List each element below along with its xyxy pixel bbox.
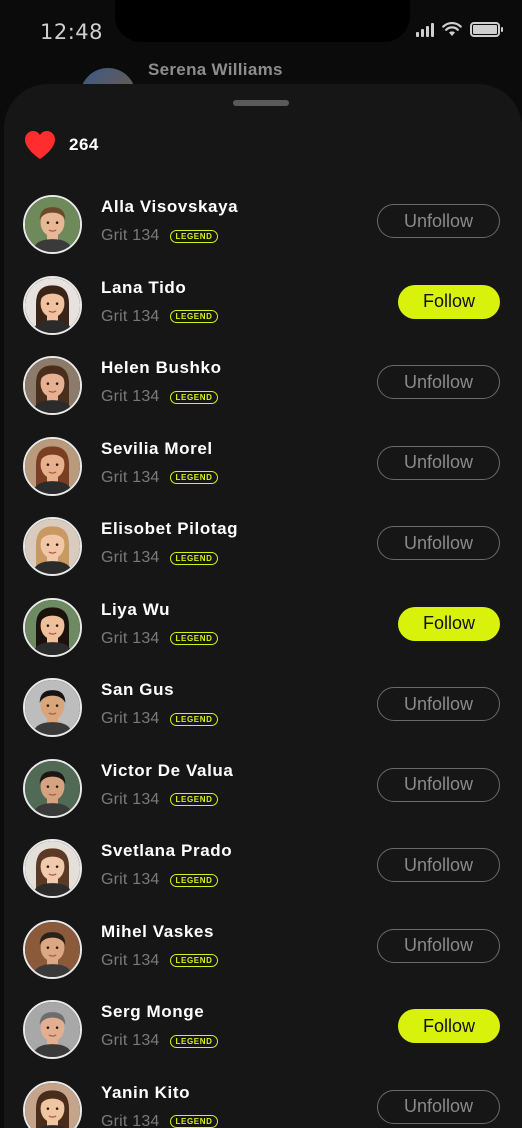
user-meta: Grit 134 LEGEND xyxy=(101,629,219,648)
legend-badge: LEGEND xyxy=(169,229,219,243)
unfollow-button[interactable]: Unfollow xyxy=(377,848,500,882)
legend-badge: LEGEND xyxy=(169,632,219,645)
unfollow-button[interactable]: Unfollow xyxy=(377,445,500,480)
user-name[interactable]: Svetlana Prado xyxy=(101,841,232,861)
follow-button[interactable]: Follow xyxy=(398,1009,500,1043)
unfollow-button[interactable]: Unfollow xyxy=(377,365,500,399)
user-meta: Grit 134 LEGEND xyxy=(101,227,219,245)
legend-badge: LEGEND xyxy=(169,873,219,887)
legend-badge: LEGEND xyxy=(169,310,219,323)
user-grit: Grit 134 xyxy=(101,1112,160,1128)
user-meta: Grit 134 LEGEND xyxy=(101,710,219,728)
user-meta: Grit 134 LEGEND xyxy=(101,871,219,889)
signal-icon xyxy=(416,22,434,37)
follow-button[interactable]: Follow xyxy=(398,606,500,641)
user-grit: Grit 134 xyxy=(101,227,160,244)
user-row[interactable]: Serg Monge Grit 134 LEGEND Follow xyxy=(4,992,522,1072)
user-avatar[interactable] xyxy=(23,758,82,818)
user-name[interactable]: Liya Wu xyxy=(101,600,170,620)
user-meta: Grit 134 LEGEND xyxy=(101,951,219,970)
user-avatar[interactable] xyxy=(23,436,82,496)
legend-badge: LEGEND xyxy=(169,1115,219,1128)
unfollow-button[interactable]: Unfollow xyxy=(377,928,500,963)
unfollow-button[interactable]: Unfollow xyxy=(377,204,500,238)
user-avatar[interactable] xyxy=(23,275,82,335)
likes-sheet: 264 Alla Visovskaya Grit 134 LEGEND Unfollo… xyxy=(4,84,522,1128)
user-avatar[interactable] xyxy=(23,919,82,979)
legend-badge: LEGEND xyxy=(169,1034,219,1048)
legend-badge: LEGEND xyxy=(169,954,219,967)
profile-name: Serena Williams xyxy=(148,60,283,79)
user-grit: Grit 134 xyxy=(101,307,160,325)
likes-count: 264 xyxy=(69,135,99,154)
user-meta: Grit 134 LEGEND xyxy=(101,1032,219,1050)
user-grit: Grit 134 xyxy=(101,871,160,888)
user-row[interactable]: Liya Wu Grit 134 LEGEND Follow xyxy=(4,590,522,670)
wifi-icon xyxy=(442,22,462,36)
status-time: 12:48 xyxy=(40,20,104,44)
unfollow-button[interactable]: Unfollow xyxy=(377,687,500,721)
user-grit: Grit 134 xyxy=(101,1032,160,1049)
user-row[interactable]: Yanin Kito Grit 134 LEGEND Unfollow xyxy=(4,1073,522,1128)
user-avatar[interactable] xyxy=(23,356,82,415)
follow-button[interactable]: Follow xyxy=(398,284,500,319)
user-avatar[interactable] xyxy=(23,839,82,898)
user-avatar[interactable] xyxy=(23,1080,82,1128)
user-grit: Grit 134 xyxy=(101,549,160,566)
user-row[interactable]: Sevilia Morel Grit 134 LEGEND Unfollow xyxy=(4,429,522,509)
unfollow-button[interactable]: Unfollow xyxy=(377,767,500,802)
user-avatar[interactable] xyxy=(23,517,82,576)
user-name[interactable]: Yanin Kito xyxy=(101,1083,190,1103)
user-grit: Grit 134 xyxy=(101,629,160,647)
user-meta: Grit 134 LEGEND xyxy=(101,549,219,567)
phone-screen: 12:48 Serena Williams 264 Alla Visovskay… xyxy=(0,0,522,1128)
battery-icon xyxy=(470,22,503,37)
user-name[interactable]: Serg Monge xyxy=(101,1002,204,1022)
heart-icon xyxy=(25,131,55,159)
likes-summary: 264 xyxy=(24,130,99,160)
user-row[interactable]: Elisobet Pilotag Grit 134 LEGEND Unfollow xyxy=(4,509,522,589)
user-row[interactable]: Victor De Valua Grit 134 LEGEND Unfollow xyxy=(4,751,522,831)
user-name[interactable]: Sevilia Morel xyxy=(101,439,213,459)
user-meta: Grit 134 LEGEND xyxy=(101,790,219,809)
user-name[interactable]: Alla Visovskaya xyxy=(101,197,238,217)
user-grit: Grit 134 xyxy=(101,790,160,808)
user-name[interactable]: Elisobet Pilotag xyxy=(101,519,238,539)
user-row[interactable]: Helen Bushko Grit 134 LEGEND Unfollow xyxy=(4,348,522,428)
legend-badge: LEGEND xyxy=(169,712,219,726)
user-grit: Grit 134 xyxy=(101,710,160,727)
user-meta: Grit 134 LEGEND xyxy=(101,1112,219,1128)
user-name[interactable]: Mihel Vaskes xyxy=(101,922,214,942)
user-avatar[interactable] xyxy=(23,195,82,254)
legend-badge: LEGEND xyxy=(169,793,219,806)
user-name[interactable]: Victor De Valua xyxy=(101,761,233,781)
user-row[interactable]: Svetlana Prado Grit 134 LEGEND Unfollow xyxy=(4,831,522,911)
legend-badge: LEGEND xyxy=(169,471,219,484)
status-bar: 12:48 xyxy=(0,0,522,60)
unfollow-button[interactable]: Unfollow xyxy=(377,526,500,560)
user-meta: Grit 134 LEGEND xyxy=(101,468,219,487)
legend-badge: LEGEND xyxy=(169,390,219,404)
user-grit: Grit 134 xyxy=(101,468,160,486)
legend-badge: LEGEND xyxy=(169,551,219,565)
user-row[interactable]: San Gus Grit 134 LEGEND Unfollow xyxy=(4,670,522,750)
user-avatar[interactable] xyxy=(23,678,82,737)
user-row[interactable]: Alla Visovskaya Grit 134 LEGEND Unfollow xyxy=(4,187,522,267)
user-name[interactable]: San Gus xyxy=(101,680,174,700)
user-meta: Grit 134 LEGEND xyxy=(101,388,219,406)
sheet-grabber-handle[interactable] xyxy=(233,100,289,106)
user-grit: Grit 134 xyxy=(101,951,160,969)
unfollow-button[interactable]: Unfollow xyxy=(377,1089,500,1124)
user-name[interactable]: Helen Bushko xyxy=(101,358,222,378)
user-avatar[interactable] xyxy=(23,597,82,657)
user-meta: Grit 134 LEGEND xyxy=(101,307,219,326)
notch xyxy=(115,0,410,42)
user-row[interactable]: Mihel Vaskes Grit 134 LEGEND Unfollow xyxy=(4,912,522,992)
status-icons xyxy=(416,22,503,37)
user-avatar[interactable] xyxy=(23,1000,82,1059)
user-row[interactable]: Lana Tido Grit 134 LEGEND Follow xyxy=(4,268,522,348)
user-name[interactable]: Lana Tido xyxy=(101,278,186,298)
user-grit: Grit 134 xyxy=(101,388,160,405)
